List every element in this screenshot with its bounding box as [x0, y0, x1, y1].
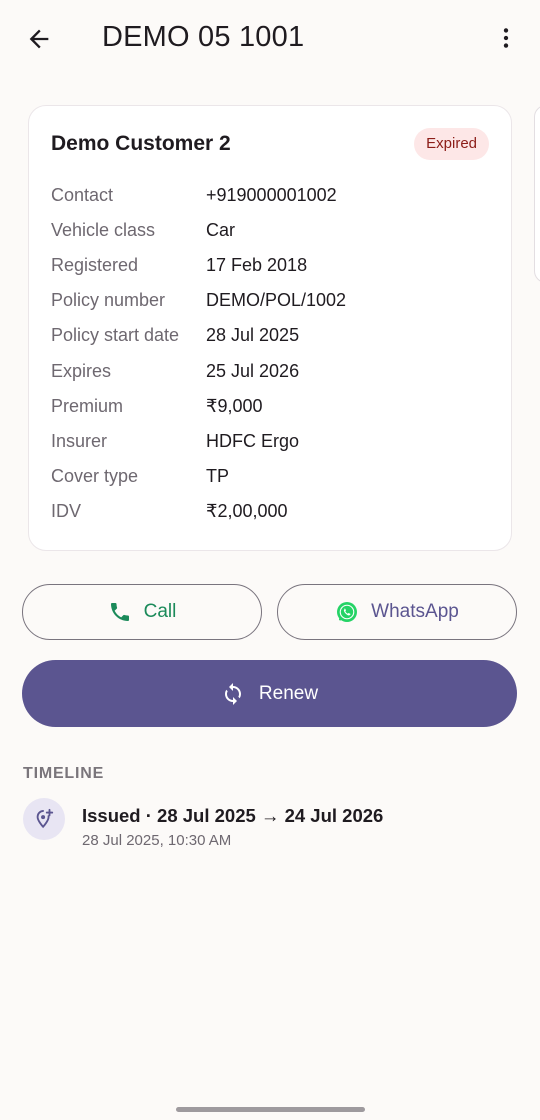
whatsapp-button[interactable]: WhatsApp [277, 584, 517, 640]
detail-row-contact: Contact +919000001002 [51, 183, 491, 207]
detail-label: Policy start date [51, 325, 180, 345]
detail-label: IDV [51, 501, 82, 521]
next-card-peek[interactable] [534, 105, 540, 283]
detail-label: Cover type [51, 466, 139, 486]
detail-value: Car [206, 220, 236, 240]
detail-row-idv: IDV ₹2,00,000 [51, 499, 491, 523]
detail-row-policy-start-date: Policy start date 28 Jul 2025 [51, 323, 491, 347]
whatsapp-label: WhatsApp [371, 601, 459, 622]
detail-label: Premium [51, 396, 124, 416]
more-options-button[interactable] [486, 18, 526, 58]
detail-row-insurer: Insurer HDFC Ergo [51, 429, 491, 453]
renew-label: Renew [258, 682, 319, 704]
home-indicator[interactable] [176, 1107, 365, 1112]
timeline-item-icon [23, 798, 65, 840]
phone-icon [110, 603, 129, 621]
detail-label: Policy number [51, 290, 166, 310]
detail-row-premium: Premium ₹9,000 [51, 394, 491, 418]
timeline-section-title: TIMELINE [23, 765, 105, 782]
detail-label: Vehicle class [51, 220, 156, 240]
call-label: Call [143, 601, 177, 622]
timeline-item-time: 28 Jul 2025, 10:30 AM [82, 832, 232, 849]
back-button[interactable] [18, 18, 60, 60]
call-button[interactable]: Call [22, 584, 262, 640]
whatsapp-icon [337, 602, 358, 622]
detail-row-expires: Expires 25 Jul 2026 [51, 359, 491, 383]
status-badge: Expired [414, 128, 489, 160]
detail-value: ₹2,00,000 [206, 501, 288, 521]
refresh-icon [224, 682, 241, 705]
detail-label: Insurer [51, 431, 108, 451]
detail-value: 25 Jul 2026 [206, 361, 300, 381]
location-add-icon [36, 808, 54, 829]
detail-row-registered: Registered 17 Feb 2018 [51, 253, 491, 277]
detail-value: TP [206, 466, 230, 486]
detail-value: DEMO/POL/1002 [206, 290, 347, 310]
page-title: DEMO 05 1001 [102, 21, 305, 53]
detail-row-policy-number: Policy number DEMO/POL/1002 [51, 288, 491, 312]
timeline-item-text: Issued · 28 Jul 2025 → 24 Jul 2026 [82, 805, 384, 826]
detail-row-cover-type: Cover type TP [51, 464, 491, 488]
detail-value: 17 Feb 2018 [206, 255, 308, 275]
customer-name: Demo Customer 2 [51, 132, 231, 155]
detail-value: ₹9,000 [206, 396, 263, 416]
detail-value: +919000001002 [206, 185, 337, 205]
detail-value: HDFC Ergo [206, 431, 300, 451]
detail-label: Registered [51, 255, 139, 275]
detail-row-vehicle-class: Vehicle class Car [51, 218, 491, 242]
app-bar: DEMO 05 1001 [0, 0, 540, 76]
arrow-left-icon [29, 29, 49, 49]
renew-button[interactable]: Renew [22, 660, 517, 727]
policy-card: Demo Customer 2 Expired Contact +9190000… [28, 105, 512, 551]
detail-label: Expires [51, 361, 112, 381]
detail-value: 28 Jul 2025 [206, 325, 300, 345]
detail-label: Contact [51, 185, 114, 205]
more-vert-icon [503, 28, 509, 48]
